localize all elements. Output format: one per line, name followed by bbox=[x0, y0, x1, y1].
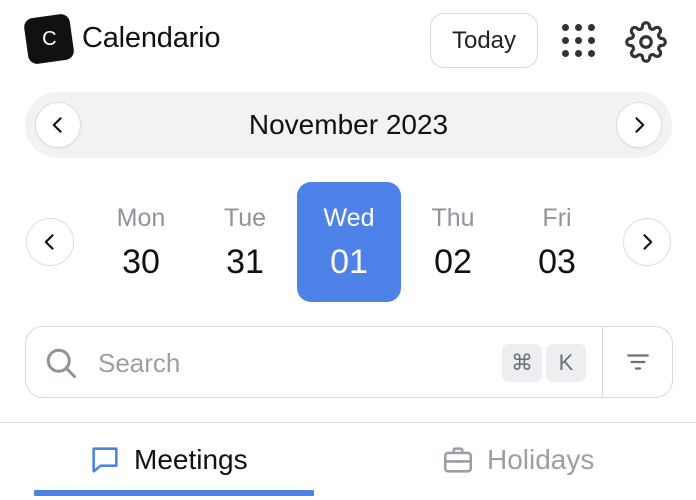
chevron-left-icon bbox=[44, 234, 54, 250]
filter-button[interactable] bbox=[603, 327, 673, 397]
day-name: Mon bbox=[116, 204, 166, 232]
gear-icon[interactable] bbox=[625, 21, 667, 63]
grid-dots-icon[interactable] bbox=[562, 24, 596, 58]
app-header: C Calendario Today bbox=[0, 0, 696, 82]
day-mon[interactable]: Mon 30 bbox=[89, 182, 193, 302]
next-month-button[interactable] bbox=[616, 102, 662, 148]
day-date: 03 bbox=[538, 243, 576, 281]
tab-label: Meetings bbox=[134, 444, 248, 475]
tab-holidays[interactable]: Holidays bbox=[441, 432, 594, 488]
day-thu[interactable]: Thu 02 bbox=[401, 182, 505, 302]
day-name: Wed bbox=[323, 204, 375, 232]
day-name: Tue bbox=[223, 204, 267, 232]
day-date: 01 bbox=[330, 243, 368, 281]
shortcut-key-cmd: ⌘ bbox=[502, 344, 542, 382]
next-days-button[interactable] bbox=[623, 218, 671, 266]
day-fri[interactable]: Fri 03 bbox=[505, 182, 609, 302]
message-square-icon bbox=[92, 447, 118, 473]
month-navigator: November 2023 bbox=[25, 92, 672, 158]
app-title: Calendario bbox=[82, 22, 221, 54]
day-name: Fri bbox=[542, 204, 572, 232]
day-name: Thu bbox=[431, 204, 475, 232]
chevron-right-icon bbox=[635, 117, 645, 133]
day-date: 30 bbox=[122, 243, 160, 281]
search-icon bbox=[46, 348, 76, 378]
month-label: November 2023 bbox=[248, 109, 449, 140]
logo-letter: C bbox=[41, 27, 57, 50]
prev-days-button[interactable] bbox=[26, 218, 74, 266]
chevron-right-icon bbox=[643, 234, 653, 250]
day-date: 02 bbox=[434, 243, 472, 281]
filter-icon bbox=[627, 354, 649, 370]
day-wed-selected[interactable]: Wed 01 bbox=[297, 182, 401, 302]
active-tab-indicator bbox=[34, 490, 314, 496]
search-input[interactable] bbox=[98, 345, 488, 381]
shortcut-key-k: K bbox=[546, 344, 586, 382]
app-logo: C bbox=[23, 13, 75, 65]
briefcase-icon bbox=[443, 447, 473, 473]
tab-label: Holidays bbox=[487, 444, 595, 475]
tab-meetings[interactable]: Meetings bbox=[88, 432, 248, 488]
day-date: 31 bbox=[226, 243, 264, 281]
today-button[interactable]: Today bbox=[430, 13, 538, 68]
search-bar: ⌘ K bbox=[25, 326, 673, 398]
tabs-divider bbox=[0, 422, 696, 423]
day-tue[interactable]: Tue 31 bbox=[193, 182, 297, 302]
